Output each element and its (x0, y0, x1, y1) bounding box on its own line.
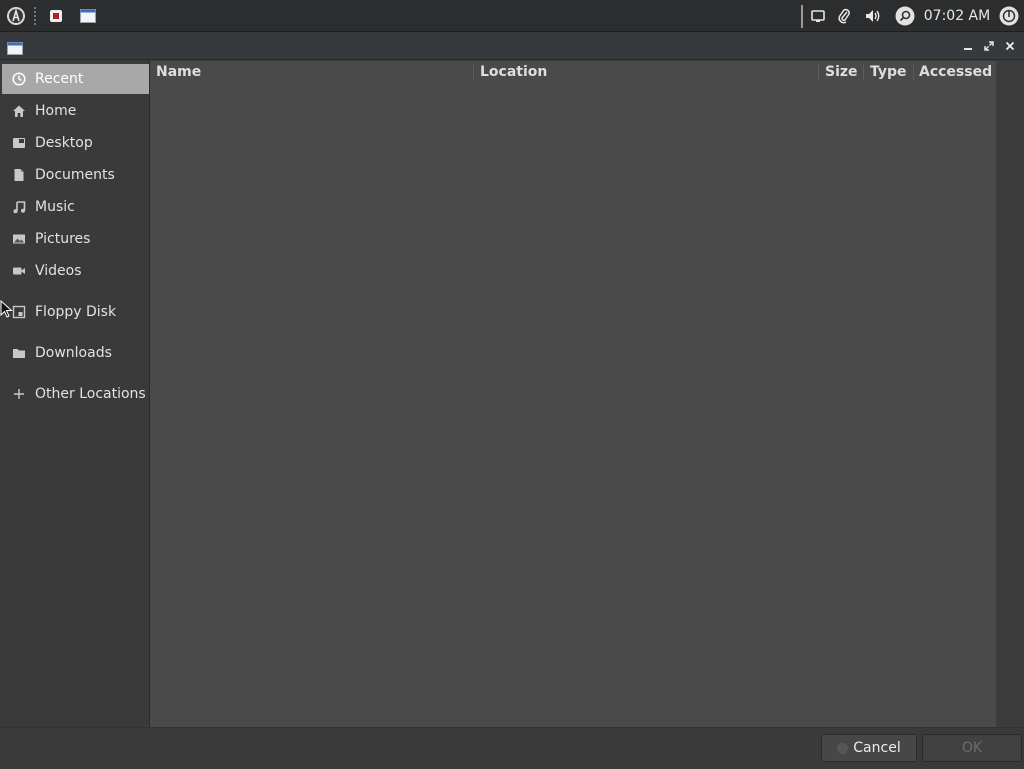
column-header-name[interactable]: Name (156, 61, 201, 83)
ok-label: OK (961, 740, 983, 756)
top-panel: 07:02 AM (0, 0, 1024, 32)
clock[interactable]: 07:02 AM (921, 0, 993, 32)
video-icon (12, 264, 26, 278)
cancel-label: Cancel (853, 740, 901, 756)
minimize-button[interactable] (959, 37, 977, 55)
sidebar-item-home[interactable]: Home (2, 96, 149, 126)
dialog-action-bar: Cancel OK (0, 727, 1024, 769)
sidebar-item-recent[interactable]: Recent (2, 64, 149, 94)
sidebar-item-label: Home (35, 103, 77, 119)
sidebar-item-documents[interactable]: Documents (2, 160, 149, 190)
sidebar-item-label: Floppy Disk (35, 304, 117, 320)
sidebar-item-label: Other Locations (35, 386, 146, 402)
folder-icon (12, 346, 26, 360)
sidebar-item-pictures[interactable]: Pictures (2, 224, 149, 254)
paperclip-icon[interactable] (834, 0, 854, 32)
column-header-size[interactable]: Size (825, 61, 858, 83)
sidebar-item-label: Desktop (35, 135, 93, 151)
maximize-icon (984, 41, 994, 51)
close-button[interactable] (1001, 37, 1019, 55)
file-list[interactable]: Name Location Size Type Accessed (150, 61, 996, 727)
column-separator[interactable] (863, 64, 864, 80)
column-header-accessed[interactable]: Accessed (919, 61, 992, 83)
volume-icon[interactable] (862, 0, 884, 32)
search-icon[interactable] (893, 0, 917, 32)
window-app-icon[interactable] (78, 0, 98, 32)
ok-button[interactable]: OK (922, 734, 1022, 762)
window-icon (7, 40, 23, 59)
scrollbar-track[interactable] (996, 61, 1024, 727)
clock-icon (12, 72, 26, 86)
sidebar-item-label: Videos (35, 263, 82, 279)
column-header-location[interactable]: Location (480, 61, 547, 83)
panel-divider (801, 5, 803, 28)
maximize-button[interactable] (980, 37, 998, 55)
sidebar-item-other-locations[interactable]: Other Locations (2, 379, 149, 409)
sidebar-item-desktop[interactable]: Desktop (2, 128, 149, 158)
panel-separator (34, 6, 36, 26)
places-sidebar: Recent Home Desktop Documents Music Pict… (0, 61, 150, 727)
plus-icon (12, 387, 26, 401)
column-separator[interactable] (473, 64, 474, 80)
sidebar-item-label: Music (35, 199, 75, 215)
mouse-cursor-icon (0, 299, 14, 322)
sidebar-item-label: Downloads (35, 345, 112, 361)
minimize-icon (964, 48, 972, 50)
document-icon (12, 168, 26, 182)
distro-logo-icon[interactable] (4, 0, 28, 32)
power-icon[interactable] (997, 0, 1021, 32)
column-separator[interactable] (818, 64, 819, 80)
sidebar-item-floppy-disk[interactable]: Floppy Disk (2, 297, 149, 327)
record-app-icon[interactable] (46, 0, 66, 32)
sidebar-item-downloads[interactable]: Downloads (2, 338, 149, 368)
sidebar-item-label: Recent (35, 71, 84, 87)
desktop-icon (12, 136, 26, 150)
picture-icon (12, 232, 26, 246)
home-icon (12, 104, 26, 118)
sidebar-item-videos[interactable]: Videos (2, 256, 149, 286)
column-header-type[interactable]: Type (870, 61, 907, 83)
cancel-icon (837, 742, 849, 754)
sidebar-item-label: Pictures (35, 231, 91, 247)
window-titlebar[interactable] (0, 33, 1024, 60)
music-icon (12, 200, 26, 214)
floppy-icon (12, 305, 26, 319)
sidebar-item-music[interactable]: Music (2, 192, 149, 222)
cancel-button[interactable]: Cancel (821, 734, 917, 762)
display-icon[interactable] (808, 0, 828, 32)
close-icon (1005, 41, 1015, 51)
sidebar-item-label: Documents (35, 167, 115, 183)
column-separator[interactable] (913, 64, 914, 80)
